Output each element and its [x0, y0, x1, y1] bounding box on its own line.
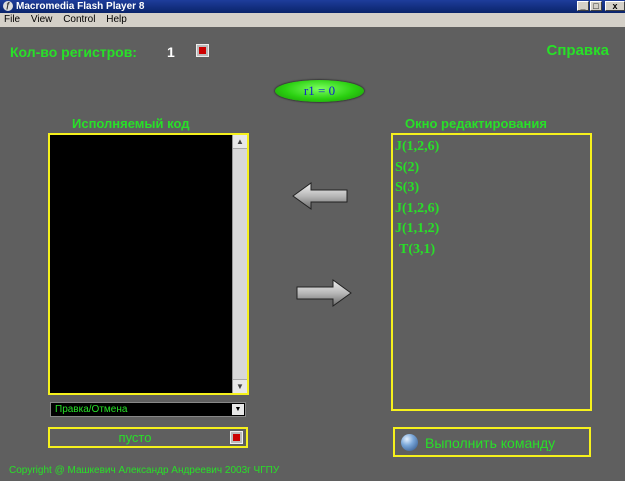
menu-file[interactable]: File [4, 14, 20, 25]
code-line[interactable]: J(1,2,6) [395, 137, 590, 158]
code-scrollbar[interactable]: ▲ ▼ [232, 135, 247, 393]
maximize-button[interactable]: □ [590, 1, 602, 11]
minimize-button[interactable]: _ [577, 1, 589, 11]
dropdown-value: Правка/Отмена [55, 404, 128, 415]
exec-code-box[interactable]: ▲ ▼ [48, 133, 249, 395]
execute-command-button[interactable]: Выполнить команду [393, 427, 591, 457]
scroll-down-icon[interactable]: ▼ [233, 379, 247, 393]
registers-label: Кол-во регистров: [10, 44, 137, 60]
help-link[interactable]: Справка [547, 42, 609, 59]
execute-label: Выполнить команду [425, 435, 556, 451]
menu-help[interactable]: Help [106, 14, 127, 25]
edit-window-title: Окно редактирования [405, 116, 547, 131]
menu-view[interactable]: View [31, 14, 53, 25]
registers-count: 1 [167, 44, 175, 60]
menu-bar: File View Control Help [0, 13, 625, 27]
close-button[interactable]: x [605, 1, 625, 11]
move-right-arrow-icon[interactable] [295, 278, 353, 308]
code-line[interactable]: J(1,2,6) [395, 199, 590, 220]
edit-window-box[interactable]: J(1,2,6) S(2) S(3) J(1,2,6) J(1,1,2) T(3… [391, 133, 592, 411]
code-line[interactable]: S(2) [395, 158, 590, 179]
empty-status-box: пусто [48, 427, 248, 448]
registers-button[interactable] [196, 44, 209, 57]
flash-stage: Кол-во регистров: 1 Справка r1 = 0 Испол… [0, 27, 625, 481]
scroll-up-icon[interactable]: ▲ [233, 135, 247, 149]
move-left-arrow-icon[interactable] [291, 181, 349, 211]
chevron-down-icon[interactable]: ▼ [232, 404, 244, 415]
empty-label: пусто [118, 430, 152, 445]
code-line[interactable]: J(1,1,2) [395, 219, 590, 240]
edit-undo-dropdown[interactable]: Правка/Отмена ▼ [50, 402, 246, 417]
window-title: Macromedia Flash Player 8 [16, 1, 145, 12]
flash-icon: ƒ [3, 1, 13, 11]
register-display: r1 = 0 [275, 80, 364, 102]
code-line[interactable]: T(3,1) [395, 240, 590, 261]
title-bar: ƒ Macromedia Flash Player 8 _ □ x [0, 0, 625, 13]
menu-control[interactable]: Control [63, 14, 95, 25]
copyright-text: Copyright @ Машкевич Александр Андреевич… [9, 465, 280, 476]
empty-button[interactable] [230, 431, 243, 444]
code-line[interactable]: S(3) [395, 178, 590, 199]
exec-code-title: Исполняемый код [72, 116, 190, 131]
orb-icon [401, 434, 418, 451]
